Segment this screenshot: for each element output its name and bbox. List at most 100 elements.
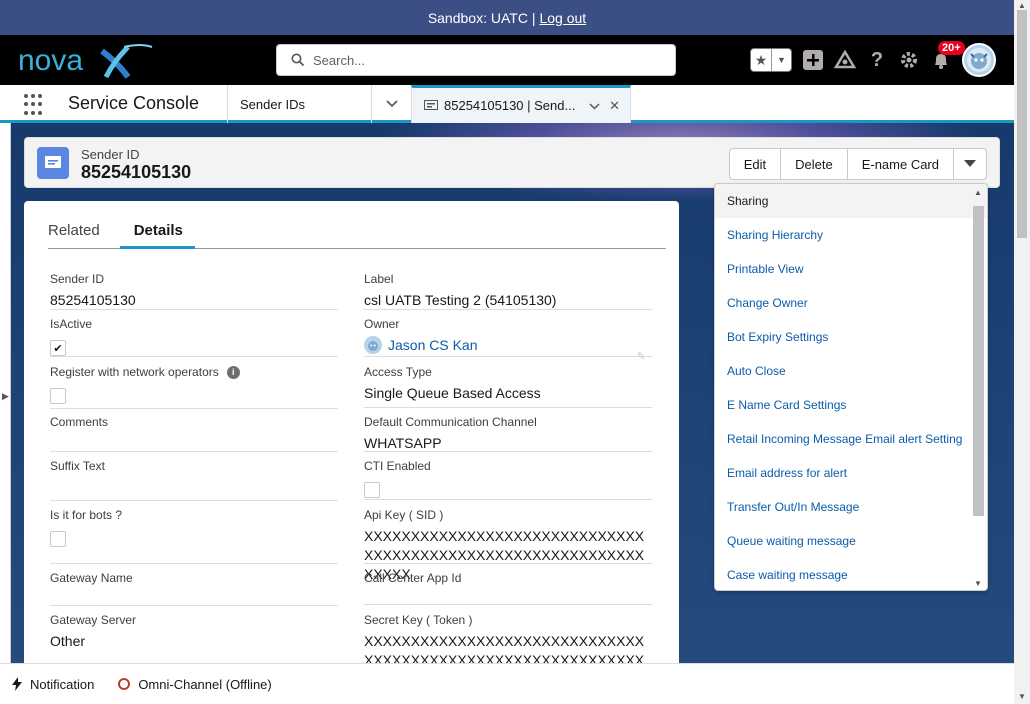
field-register-network: Register with network operators i [50,364,338,409]
for-bots-checkbox[interactable] [50,531,66,547]
field-label: Default Communication Channel [364,415,537,429]
field-suffix-text: Suffix Text [50,458,338,501]
menu-item-transfer-message[interactable]: Transfer Out/In Message [715,490,987,524]
record-header: Sender ID 85254105130 Edit Delete E-name… [24,137,1000,188]
cti-enabled-checkbox[interactable] [364,482,380,498]
field-label: Gateway Name [50,571,133,585]
field-label: Sender ID [50,272,105,286]
menu-item-printable-view[interactable]: Printable View [715,252,987,286]
chevron-down-icon[interactable]: ▼ [771,49,791,71]
nav-menu-chevron-icon[interactable] [371,85,411,123]
scroll-down-icon[interactable]: ▼ [1018,692,1026,701]
menu-scrollbar[interactable]: ▲ ▼ [972,188,985,588]
field-call-center-app-id: Call Center App Id [364,570,652,605]
e-name-card-button[interactable]: E-name Card [848,149,954,179]
utility-omni-label: Omni-Channel (Offline) [138,676,272,692]
field-label: Comments [50,415,109,429]
tab-record-85254105130[interactable]: 85254105130 | Send... ✕ [411,85,631,123]
menu-item-sharing[interactable]: Sharing [715,184,987,218]
field-label: Owner [364,317,400,331]
more-actions-button[interactable] [954,149,986,179]
field-cti-enabled: CTI Enabled [364,458,652,500]
caret-down-icon [964,160,976,167]
notification-badge: 20+ [938,41,965,55]
split-view-handle[interactable]: ▶ [0,123,11,663]
add-icon[interactable] [802,49,824,71]
menu-item-retail-email-alert[interactable]: Retail Incoming Message Email alert Sett… [715,422,987,456]
help-icon[interactable]: ? [866,49,888,71]
page-scroll-thumb[interactable] [1017,10,1027,238]
edit-button[interactable]: Edit [730,149,782,179]
menu-item-sharing-hierarchy[interactable]: Sharing Hierarchy [715,218,987,252]
scroll-up-icon[interactable]: ▲ [974,188,982,197]
change-owner-icon[interactable]: ✎ [637,350,646,363]
search-icon [291,53,305,67]
expand-arrow-icon[interactable]: ▶ [2,391,9,402]
sandbox-label: Sandbox: UATC | [427,9,536,26]
gear-icon[interactable] [898,49,920,71]
sender-id-record-icon [37,147,69,179]
menu-item-auto-close[interactable]: Auto Close [715,354,987,388]
field-label: Suffix Text [50,459,105,473]
delete-button[interactable]: Delete [781,149,848,179]
star-icon[interactable]: ★ [751,49,771,71]
details-card: Related Details Sender ID 85254105130 Is… [24,201,679,687]
page-scrollbar[interactable]: ▲ ▼ [1014,0,1030,704]
register-network-checkbox[interactable] [50,388,66,404]
utility-notification[interactable]: Notification [12,677,94,692]
logo-text: nova [18,44,83,77]
menu-item-bot-expiry-settings[interactable]: Bot Expiry Settings [715,320,987,354]
field-api-key: Api Key ( SID ) XXXXXXXXXXXXXXXXXXXXXXXX… [364,507,652,582]
record-tab-label: 85254105130 | Send... [444,98,576,113]
info-icon[interactable]: i [226,365,240,379]
field-label: CTI Enabled [364,459,431,473]
field-label: Register with network operators [50,365,219,379]
utility-bar: Notification Omni-Channel (Offline) [0,663,1014,704]
field-access-type: Access Type Single Queue Based Access [364,364,652,408]
tab-actions-chevron-icon[interactable] [589,98,600,113]
user-avatar[interactable] [962,43,996,77]
field-is-active: IsActive ✔ [50,316,338,357]
tab-details[interactable]: Details [119,213,195,249]
menu-item-e-name-card-settings[interactable]: E Name Card Settings [715,388,987,422]
field-gateway-name: Gateway Name [50,570,338,606]
app-logo[interactable]: nova [18,41,158,79]
record-title: 85254105130 [81,162,192,182]
global-header: nova ★ ▼ ? 20+ [0,35,1014,85]
record-type-label: Sender ID [81,147,140,162]
field-label: Access Type [364,365,432,379]
scroll-up-icon[interactable]: ▲ [1018,1,1026,10]
logout-link[interactable]: Log out [539,10,586,26]
field-comments: Comments [50,414,338,452]
favorites-group[interactable]: ★ ▼ [750,48,792,72]
menu-item-email-address-alert[interactable]: Email address for alert [715,456,987,490]
global-search[interactable] [276,44,676,76]
search-input[interactable] [313,52,653,68]
menu-item-change-owner[interactable]: Change Owner [715,286,987,320]
owner-link[interactable]: Jason CS Kan [388,337,478,353]
app-launcher-icon[interactable] [24,94,46,116]
tab-sender-ids[interactable]: Sender IDs [227,85,371,123]
utility-notification-label: Notification [30,676,95,692]
trailhead-icon[interactable] [834,49,856,71]
menu-item-queue-waiting-message[interactable]: Queue waiting message [715,524,987,558]
utility-omni-channel[interactable]: Omni-Channel (Offline) [118,676,272,692]
notification-bell-icon[interactable]: 20+ [930,41,965,71]
is-active-checkbox[interactable]: ✔ [50,340,66,356]
record-action-buttons: Edit Delete E-name Card [728,148,987,180]
scroll-down-icon[interactable]: ▼ [974,579,982,588]
sandbox-bar: Sandbox: UATC | Log out [0,0,1014,35]
record-tabs: Related Details [48,213,666,249]
field-value: WHATSAPP [364,435,442,451]
field-value: csl UATB Testing 2 (54105130) [364,292,557,308]
menu-item-case-waiting-message[interactable]: Case waiting message [715,558,987,590]
field-sender-id: Sender ID 85254105130 [50,271,338,310]
tab-related[interactable]: Related [48,213,100,249]
console-nav-bar: Service Console Sender IDs 85254105130 |… [0,85,1014,123]
field-label: Call Center App Id [364,571,462,585]
tab-sender-ids-label: Sender IDs [240,96,306,112]
offline-status-icon [118,678,131,690]
field-label: Secret Key ( Token ) [364,613,473,627]
close-tab-icon[interactable]: ✕ [609,98,620,114]
menu-scroll-thumb[interactable] [973,206,984,516]
